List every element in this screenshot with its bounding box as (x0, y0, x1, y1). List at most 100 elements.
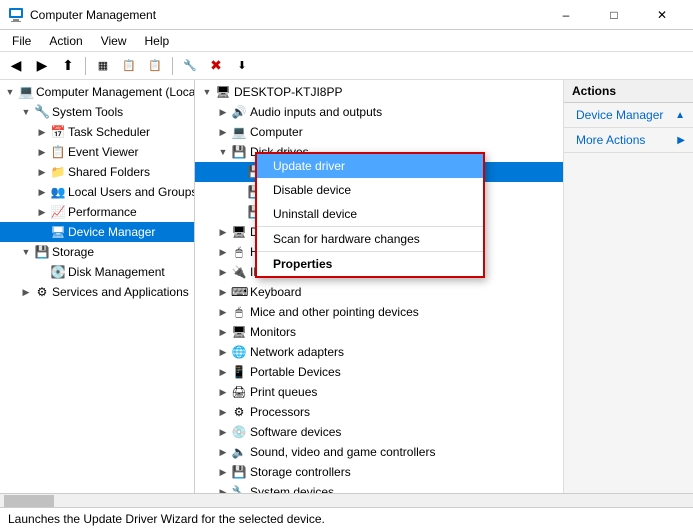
sidebar-label-device-manager: Device Manager (68, 225, 155, 239)
expand-storage-ctrl: ▶ (215, 467, 231, 478)
sidebar-item-task-scheduler[interactable]: ▶ 📅 Task Scheduler (0, 122, 194, 142)
disk-icon: 💽 (50, 265, 66, 279)
sidebar-item-shared-folders[interactable]: ▶ 📁 Shared Folders (0, 162, 194, 182)
sidebar-item-event-viewer[interactable]: ▶ 📋 Event Viewer (0, 142, 194, 162)
sidebar-label-system-tools: System Tools (52, 105, 123, 119)
new-button[interactable]: 🔧 (178, 55, 202, 77)
expand-software: ▶ (215, 427, 231, 438)
audio-label: Audio inputs and outputs (250, 105, 382, 119)
expand-display: ▶ (215, 227, 231, 238)
actions-more-section: More Actions ▶ (564, 128, 693, 153)
folder-icon: 📁 (50, 165, 66, 179)
dev-keyboard[interactable]: ▶ ⌨ Keyboard (195, 282, 563, 302)
menu-help[interactable]: Help (137, 32, 178, 50)
device-root[interactable]: ▼ 🖥 DESKTOP-KTJI8PP (195, 82, 563, 102)
disk-drives-icon: 💾 (231, 145, 247, 159)
actions-device-manager-section: Device Manager ▲ (564, 103, 693, 128)
sound-icon: 🔈 (231, 445, 247, 459)
network-label: Network adapters (250, 345, 344, 359)
dev-processors[interactable]: ▶ ⚙ Processors (195, 402, 563, 422)
computer-icon: 💻 (18, 84, 34, 100)
expand-icon-performance: ▶ (34, 207, 50, 218)
up-button[interactable]: ⬆ (56, 55, 80, 77)
properties-toolbar-button[interactable]: 📋 (117, 55, 141, 77)
window-controls: – □ ✕ (543, 0, 685, 30)
ctx-uninstall-device[interactable]: Uninstall device (257, 202, 483, 226)
print-label: Print queues (250, 385, 317, 399)
maximize-button[interactable]: □ (591, 0, 637, 30)
expand-system-devices: ▶ (215, 487, 231, 494)
expand-print: ▶ (215, 387, 231, 398)
dev-mice[interactable]: ▶ 🖱 Mice and other pointing devices (195, 302, 563, 322)
event-icon: 📋 (50, 145, 66, 159)
sidebar-label-services-apps: Services and Applications (52, 285, 189, 299)
ide-icon: 🔌 (231, 265, 247, 279)
back-button[interactable]: ◀ (4, 55, 28, 77)
computer-dev-label: Computer (250, 125, 303, 139)
dev-portable[interactable]: ▶ 📱 Portable Devices (195, 362, 563, 382)
expand-processors: ▶ (215, 407, 231, 418)
ctx-scan[interactable]: Scan for hardware changes (257, 226, 483, 251)
expand-desktop: ▼ (199, 87, 215, 97)
monitors-icon: 🖥 (231, 325, 247, 339)
forward-button[interactable]: ▶ (30, 55, 54, 77)
actions-more-label: More Actions (576, 133, 645, 147)
dev-software[interactable]: ▶ 💿 Software devices (195, 422, 563, 442)
sidebar: ▼ 💻 Computer Management (Local ▼ 🔧 Syste… (0, 80, 195, 493)
dev-system-devices[interactable]: ▶ 🔧 System devices (195, 482, 563, 493)
expand-icon-system-tools: ▼ (18, 107, 34, 117)
close-button[interactable]: ✕ (639, 0, 685, 30)
sidebar-item-device-manager[interactable]: 🖥 Device Manager (0, 222, 194, 242)
actions-title: Actions (572, 84, 616, 98)
sidebar-item-performance[interactable]: ▶ 📈 Performance (0, 202, 194, 222)
menu-action[interactable]: Action (41, 32, 90, 50)
scroll-thumb (4, 495, 54, 507)
sidebar-item-computer-mgmt[interactable]: ▼ 💻 Computer Management (Local (0, 82, 194, 102)
menu-file[interactable]: File (4, 32, 39, 50)
sidebar-item-storage[interactable]: ▼ 💾 Storage (0, 242, 194, 262)
sound-label: Sound, video and game controllers (250, 445, 435, 459)
refresh-toolbar-button[interactable]: 📋 (143, 55, 167, 77)
dev-print[interactable]: ▶ 🖨 Print queues (195, 382, 563, 402)
ctx-disable-device[interactable]: Disable device (257, 178, 483, 202)
sidebar-label-task-scheduler: Task Scheduler (68, 125, 150, 139)
audio-icon: 🔊 (231, 105, 247, 119)
download-button[interactable]: ⬇ (230, 55, 254, 77)
show-hide-button[interactable]: ▦ (91, 55, 115, 77)
sidebar-item-system-tools[interactable]: ▼ 🔧 System Tools (0, 102, 194, 122)
dev-storage-ctrl[interactable]: ▶ 💾 Storage controllers (195, 462, 563, 482)
ctx-properties[interactable]: Properties (257, 251, 483, 276)
expand-sound: ▶ (215, 447, 231, 458)
title-bar: Computer Management – □ ✕ (0, 0, 693, 30)
ctx-update-driver[interactable]: Update driver (257, 154, 483, 178)
dev-network[interactable]: ▶ 🌐 Network adapters (195, 342, 563, 362)
minimize-button[interactable]: – (543, 0, 589, 30)
window-title: Computer Management (30, 8, 156, 22)
services-icon: ⚙ (34, 285, 50, 299)
toolbar-separator-1 (85, 57, 86, 75)
delete-button[interactable]: ✖ (204, 55, 228, 77)
human-icon: 🖱 (231, 245, 247, 260)
sidebar-label-computer-mgmt: Computer Management (Local (36, 85, 195, 99)
dev-computer[interactable]: ▶ 💻 Computer (195, 122, 563, 142)
actions-device-manager-item[interactable]: Device Manager ▲ (564, 105, 693, 125)
expand-icon-shared-folders: ▶ (34, 167, 50, 178)
dev-audio[interactable]: ▶ 🔊 Audio inputs and outputs (195, 102, 563, 122)
menu-bar: File Action View Help (0, 30, 693, 52)
horizontal-scrollbar[interactable] (0, 493, 693, 507)
sidebar-item-local-users[interactable]: ▶ 👥 Local Users and Groups { (0, 182, 194, 202)
dev-sound[interactable]: ▶ 🔈 Sound, video and game controllers (195, 442, 563, 462)
dev-monitors[interactable]: ▶ 🖥 Monitors (195, 322, 563, 342)
menu-view[interactable]: View (93, 32, 135, 50)
sidebar-label-disk-mgmt: Disk Management (68, 265, 165, 279)
sidebar-item-services-apps[interactable]: ▶ ⚙ Services and Applications (0, 282, 194, 302)
performance-icon: 📈 (50, 205, 66, 219)
expand-human: ▶ (215, 247, 231, 258)
actions-more-actions-item[interactable]: More Actions ▶ (564, 130, 693, 150)
sidebar-label-event-viewer: Event Viewer (68, 145, 138, 159)
system-devices-icon: 🔧 (231, 485, 247, 493)
processors-label: Processors (250, 405, 310, 419)
monitors-label: Monitors (250, 325, 296, 339)
sidebar-item-disk-mgmt[interactable]: 💽 Disk Management (0, 262, 194, 282)
task-icon: 📅 (50, 125, 66, 139)
